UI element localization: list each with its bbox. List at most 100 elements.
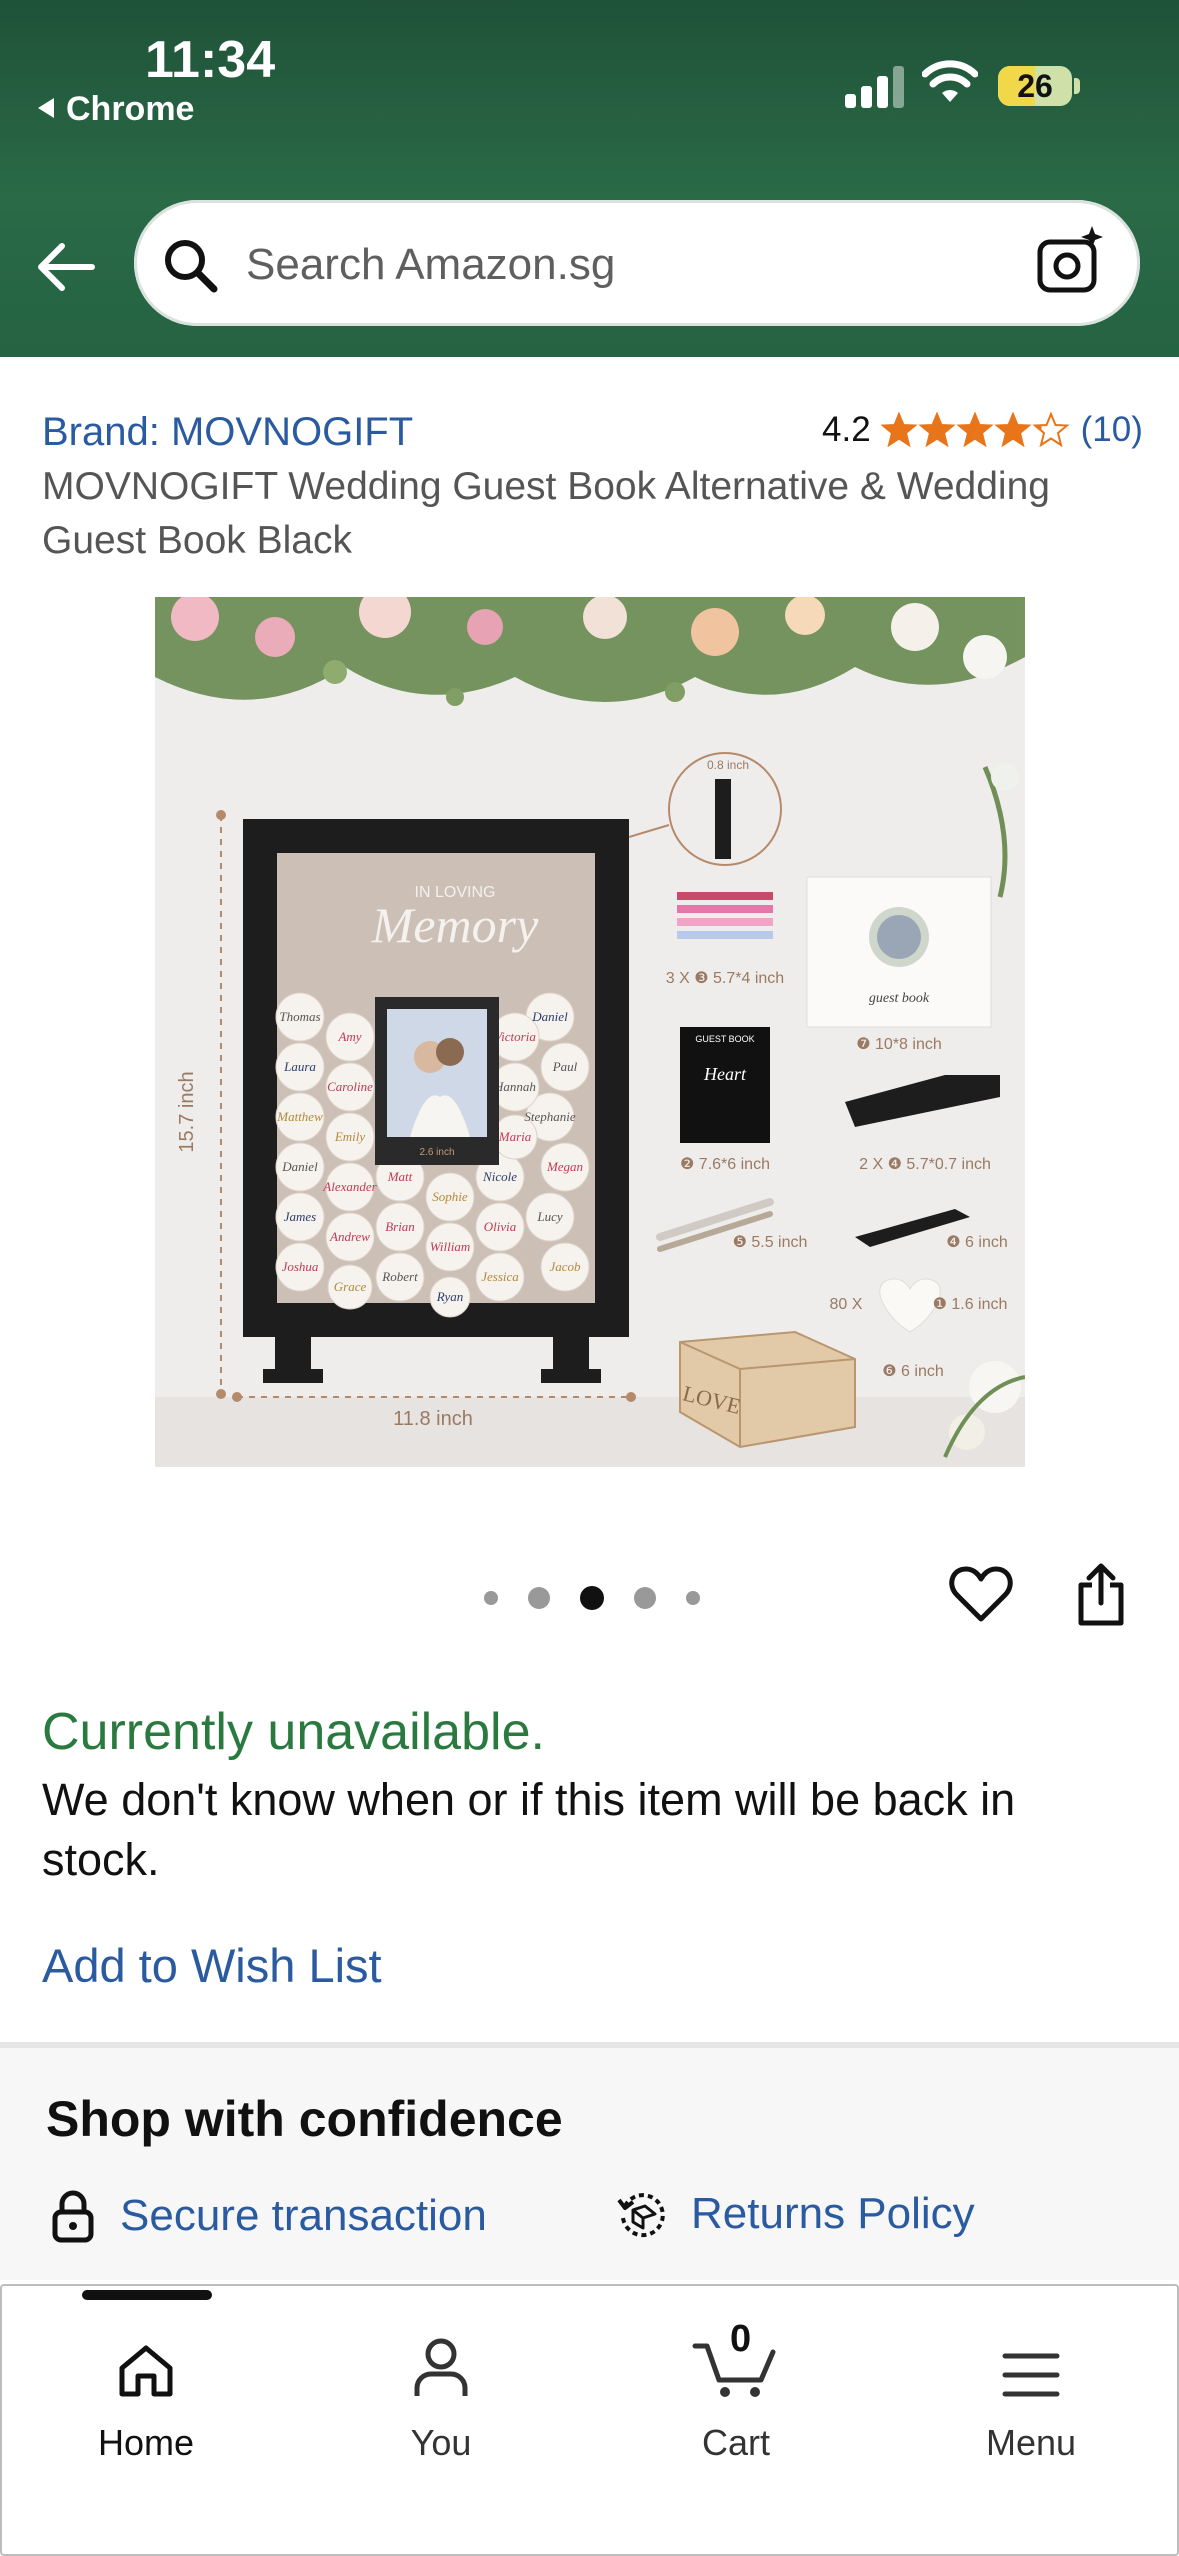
book-title: guest book bbox=[869, 991, 930, 1006]
returns-policy-link[interactable]: Returns Policy bbox=[615, 2188, 975, 2240]
frame-text-big: Memory bbox=[371, 897, 539, 953]
menu-icon bbox=[1002, 2353, 1060, 2397]
share-icon[interactable] bbox=[1073, 1563, 1129, 1629]
carousel-dot[interactable] bbox=[686, 1591, 700, 1605]
width-label: 11.8 inch bbox=[393, 1408, 473, 1430]
heart-name: Olivia bbox=[484, 1219, 517, 1234]
base-label: ❹ 6 inch bbox=[946, 1234, 1007, 1251]
shop-confidence-title: Shop with confidence bbox=[46, 2091, 563, 2147]
carousel-dot[interactable] bbox=[484, 1591, 498, 1605]
add-to-wishlist-link[interactable]: Add to Wish List bbox=[42, 1938, 382, 1993]
box-size-label: ❻ 6 inch bbox=[882, 1363, 943, 1380]
rating-value: 4.2 bbox=[822, 410, 871, 449]
product-image[interactable]: 15.7 inch 11.8 inch IN LOVING Memory Tho… bbox=[155, 597, 1025, 1467]
back-triangle-icon bbox=[38, 98, 54, 118]
heart-name: Victoria bbox=[494, 1029, 536, 1044]
battery-level: 26 bbox=[1017, 68, 1053, 104]
carousel-dots[interactable] bbox=[484, 1586, 730, 1610]
carousel-dot[interactable] bbox=[634, 1587, 656, 1609]
heart-name: Daniel bbox=[281, 1159, 318, 1174]
battery-nub bbox=[1074, 78, 1080, 94]
heart-name: Matthew bbox=[276, 1109, 323, 1124]
sign-header: GUEST BOOK bbox=[695, 1034, 754, 1044]
stands-label: 2 X ❹ 5.7*0.7 inch bbox=[859, 1156, 991, 1173]
tab-you-label: You bbox=[410, 2422, 472, 2463]
pens-label: ❺ 5.5 inch bbox=[733, 1234, 808, 1251]
availability-message: We don't know when or if this item will … bbox=[42, 1774, 1016, 1885]
heart-size-label: ❶ 1.6 inch bbox=[933, 1296, 1008, 1313]
camera-search-icon[interactable] bbox=[1030, 222, 1110, 302]
heart-name: Thomas bbox=[279, 1009, 320, 1024]
tab-home[interactable]: Home bbox=[26, 2320, 266, 2464]
hearts-count-label: 80 X bbox=[830, 1296, 863, 1313]
shop-confidence-section bbox=[0, 2048, 1179, 2280]
heart-name: Stephanie bbox=[524, 1109, 575, 1124]
height-label: 15.7 inch bbox=[176, 1071, 198, 1152]
tab-home-label: Home bbox=[97, 2422, 195, 2463]
search-icon bbox=[165, 240, 218, 293]
heart-name: William bbox=[430, 1239, 470, 1254]
battery-icon: 26 bbox=[998, 66, 1072, 106]
active-tab-indicator bbox=[82, 2290, 212, 2300]
heart-name: Hannah bbox=[493, 1079, 536, 1094]
heart-name: Laura bbox=[283, 1059, 316, 1074]
heart-name: Robert bbox=[381, 1269, 418, 1284]
rating-summary[interactable]: 4.2 (10) bbox=[822, 410, 1143, 450]
photo-size-label: 2.6 inch bbox=[419, 1147, 454, 1158]
secure-transaction-label: Secure transaction bbox=[120, 2191, 487, 2240]
tab-menu[interactable]: Menu bbox=[911, 2320, 1151, 2464]
carousel-dot-active[interactable] bbox=[580, 1586, 604, 1610]
secure-transaction-link[interactable]: Secure transaction bbox=[50, 2188, 487, 2244]
cart-count-badge: 0 bbox=[730, 2318, 752, 2360]
heart-name: Jacob bbox=[549, 1259, 581, 1274]
depth-label: 0.8 inch bbox=[707, 758, 749, 772]
returns-policy-label: Returns Policy bbox=[691, 2189, 975, 2238]
heart-name: James bbox=[284, 1209, 317, 1224]
status-time: 11:34 bbox=[145, 31, 276, 89]
carousel-dot[interactable] bbox=[528, 1587, 550, 1609]
book-size-label: ❼ 10*8 inch bbox=[856, 1036, 942, 1053]
heart-name: Amy bbox=[337, 1029, 361, 1044]
heart-name: Maria bbox=[498, 1129, 532, 1144]
back-to-app-link[interactable]: Chrome bbox=[38, 90, 194, 129]
heart-name: Nicole bbox=[482, 1169, 517, 1184]
person-icon bbox=[414, 2338, 468, 2396]
heart-name: Jessica bbox=[481, 1269, 519, 1284]
heart-name: Daniel bbox=[531, 1009, 568, 1024]
tab-cart[interactable]: 0 Cart bbox=[616, 2318, 856, 2464]
heart-name: Matt bbox=[387, 1169, 413, 1184]
review-count-link[interactable]: (10) bbox=[1081, 410, 1143, 450]
heart-name: Brian bbox=[385, 1219, 415, 1234]
heart-icon[interactable] bbox=[948, 1563, 1014, 1625]
heart-name: Joshua bbox=[282, 1259, 319, 1274]
availability-status: Currently unavailable. bbox=[42, 1703, 545, 1761]
product-title: MOVNOGIFT Wedding Guest Book Alternative… bbox=[42, 465, 1050, 562]
heart-name: Grace bbox=[334, 1279, 367, 1294]
sign-size-label: ❷ 7.6*6 inch bbox=[680, 1156, 770, 1173]
back-app-label: Chrome bbox=[66, 90, 195, 128]
star-rating-icon bbox=[881, 413, 1068, 446]
tab-you[interactable]: You bbox=[321, 2320, 561, 2464]
lock-icon bbox=[52, 2190, 94, 2243]
back-arrow-icon[interactable] bbox=[32, 232, 102, 302]
heart-name: Caroline bbox=[327, 1079, 373, 1094]
heart-name: Paul bbox=[552, 1059, 578, 1074]
search-bar[interactable]: Search Amazon.sg bbox=[134, 200, 1140, 326]
sign-heart: Heart bbox=[703, 1064, 747, 1084]
heart-name: Lucy bbox=[536, 1209, 563, 1224]
heart-name: Andrew bbox=[329, 1229, 370, 1244]
brand-link[interactable]: Brand: MOVNOGIFT bbox=[42, 410, 413, 455]
wifi-icon bbox=[922, 60, 978, 102]
ribbons-label: 3 X ❸ 5.7*4 inch bbox=[666, 970, 784, 987]
signal-icon bbox=[845, 62, 905, 108]
tab-menu-label: Menu bbox=[985, 2422, 1077, 2463]
heart-name: Megan bbox=[546, 1159, 583, 1174]
tab-cart-label: Cart bbox=[701, 2422, 770, 2463]
heart-name: Sophie bbox=[432, 1189, 468, 1204]
heart-name: Emily bbox=[334, 1129, 366, 1144]
returns-icon bbox=[617, 2193, 665, 2238]
heart-name: Ryan bbox=[436, 1289, 463, 1304]
home-icon bbox=[119, 2345, 173, 2397]
search-input[interactable]: Search Amazon.sg bbox=[246, 240, 615, 290]
heart-name: Alexander bbox=[322, 1179, 377, 1194]
